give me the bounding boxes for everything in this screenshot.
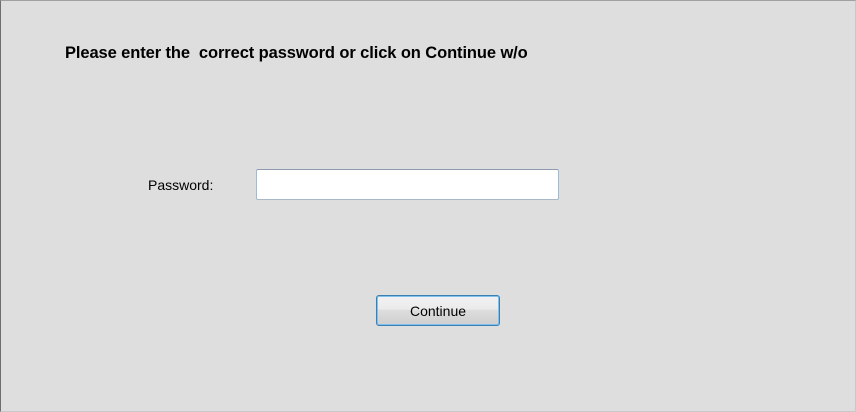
- password-input[interactable]: [256, 169, 559, 200]
- continue-button[interactable]: Continue: [376, 295, 500, 326]
- prompt-text: Please enter the correct password or cli…: [65, 44, 528, 62]
- password-dialog: Please enter the correct password or cli…: [0, 0, 856, 412]
- password-label: Password:: [148, 177, 214, 193]
